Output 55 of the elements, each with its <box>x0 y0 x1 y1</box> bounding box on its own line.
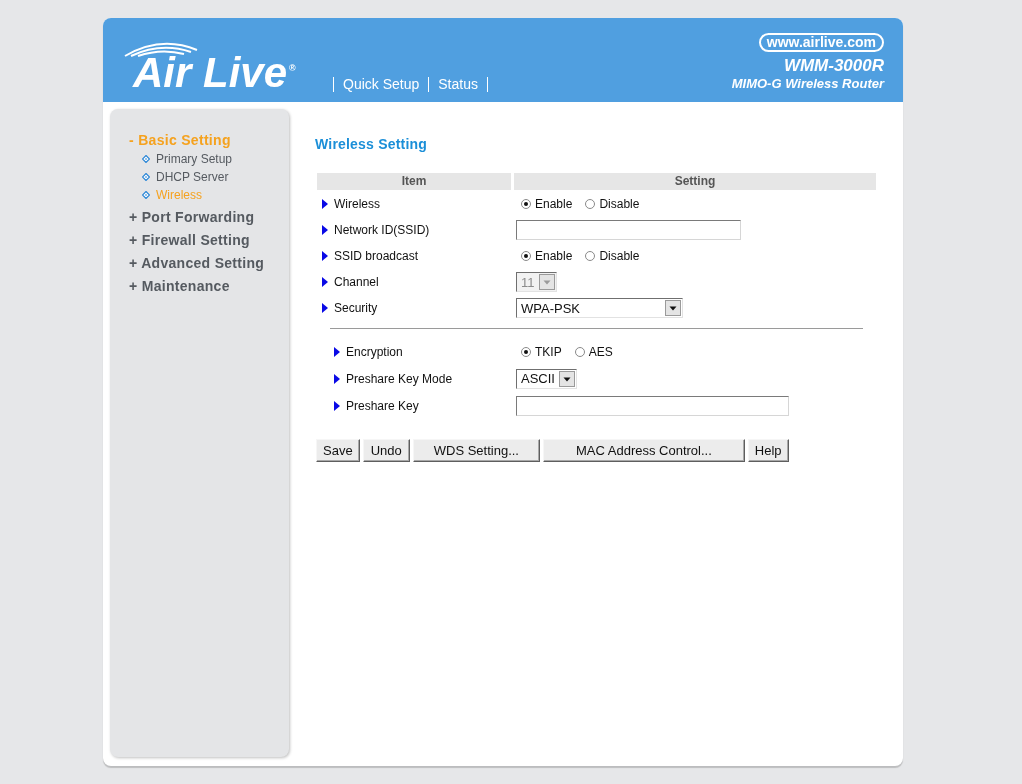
undo-button[interactable]: Undo <box>362 439 410 462</box>
sidebar-section[interactable]: + Maintenance <box>129 273 289 296</box>
diamond-icon <box>142 173 150 181</box>
dropdown[interactable]: ASCII <box>516 368 577 389</box>
sidebar-item[interactable]: Primary Setup <box>142 150 289 168</box>
radio-icon[interactable] <box>585 251 596 261</box>
radio-icon[interactable] <box>574 346 585 357</box>
field-label: Security <box>334 301 378 315</box>
radio-option[interactable]: Enable <box>516 249 573 263</box>
dropdown[interactable]: WPA-PSK <box>516 298 683 318</box>
diamond-icon <box>142 191 150 199</box>
triangle-icon <box>322 199 328 209</box>
diamond-icon <box>142 155 150 163</box>
wds-setting-button[interactable]: WDS Setting... <box>412 439 540 462</box>
radio-icon[interactable] <box>521 346 531 357</box>
radio-option[interactable]: Disable <box>580 197 640 211</box>
column-header: Item <box>317 173 511 190</box>
radio-icon[interactable] <box>521 251 531 261</box>
input-field[interactable] <box>516 395 789 416</box>
radio-option[interactable]: AES <box>569 344 613 359</box>
website-label: www.airlive.com <box>758 33 884 52</box>
input-field[interactable] <box>516 220 741 240</box>
sidebar-section[interactable]: + Advanced Setting <box>129 250 289 273</box>
column-header: Setting <box>514 173 876 190</box>
page-title: Wireless Setting <box>315 135 427 153</box>
logo-text: Air Live$^{®}$ <box>133 57 296 89</box>
model-name: WMM-3000R <box>783 56 884 76</box>
triangle-icon <box>322 225 328 235</box>
radio-option[interactable]: Enable <box>516 197 573 211</box>
field-label: Channel <box>334 275 379 289</box>
radio-option[interactable]: TKIP <box>516 344 562 359</box>
radio-option[interactable]: Disable <box>580 249 640 263</box>
save-button[interactable]: Save <box>316 439 360 462</box>
caret-icon[interactable] <box>558 370 575 387</box>
triangle-icon <box>322 251 328 261</box>
help-button[interactable]: Help <box>747 439 789 462</box>
product-name: MIMO-G Wireless Router <box>731 76 884 92</box>
radio-icon[interactable] <box>585 199 596 209</box>
field-label: Encryption <box>346 344 403 359</box>
sidebar-item[interactable]: DHCP Server <box>142 168 289 186</box>
caret-icon[interactable] <box>665 300 681 316</box>
triangle-icon <box>334 400 340 411</box>
field-label: Preshare Key Mode <box>346 371 453 386</box>
mac-address-control-button[interactable]: MAC Address Control... <box>542 439 745 462</box>
field-label: Network ID(SSID) <box>334 223 430 237</box>
triangle-icon <box>322 277 328 287</box>
triangle-icon <box>322 303 328 313</box>
triangle-icon <box>334 346 340 357</box>
sidebar-section[interactable]: + Port Forwarding <box>129 204 289 227</box>
field-label: Wireless <box>334 197 380 211</box>
field-label: SSID broadcast <box>334 249 419 263</box>
radio-icon[interactable] <box>521 199 531 209</box>
field-label: Preshare Key <box>346 398 419 413</box>
triangle-icon <box>334 373 340 384</box>
sidebar-section[interactable]: + Firewall Setting <box>129 227 289 250</box>
